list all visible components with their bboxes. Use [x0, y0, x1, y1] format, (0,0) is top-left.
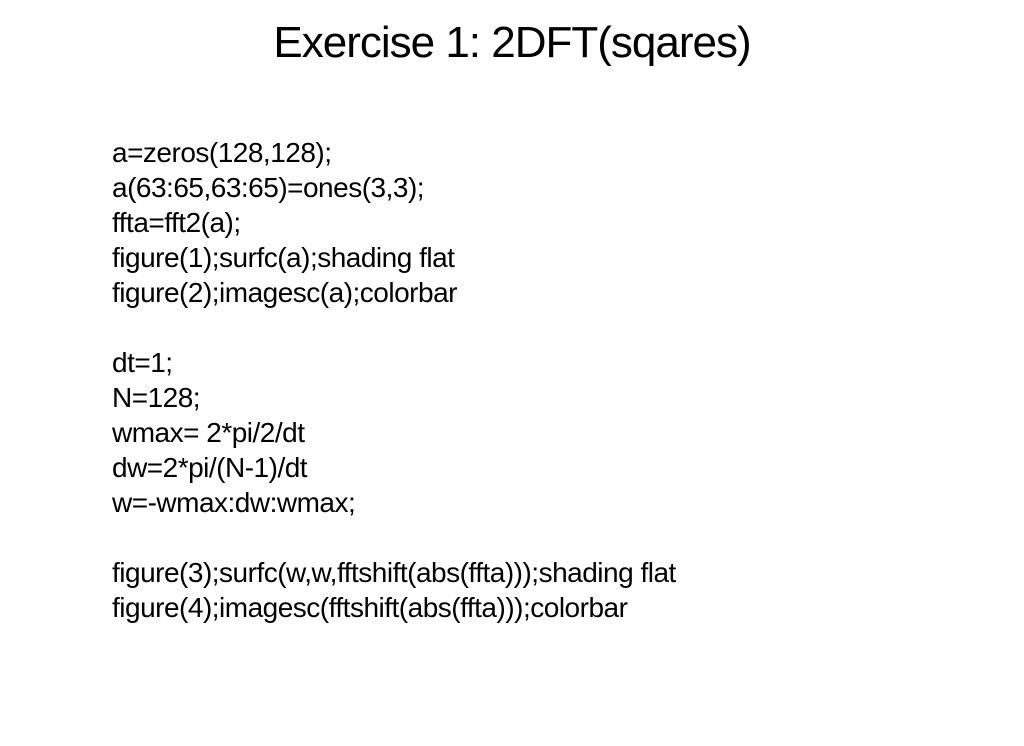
code-line: dw=2*pi/(N-1)/dt [112, 450, 676, 485]
code-line: dt=1; [112, 345, 676, 380]
code-line: figure(1);surfc(a);shading flat [112, 240, 676, 275]
code-line: figure(2);imagesc(a);colorbar [112, 275, 676, 310]
code-line: a(63:65,63:65)=ones(3,3); [112, 170, 676, 205]
code-line: ffta=fft2(a); [112, 205, 676, 240]
code-line: figure(4);imagesc(fftshift(abs(ffta)));c… [112, 590, 676, 625]
code-line: N=128; [112, 380, 676, 415]
blank-line [112, 520, 676, 555]
code-line: a=zeros(128,128); [112, 135, 676, 170]
code-line: figure(3);surfc(w,w,fftshift(abs(ffta)))… [112, 555, 676, 590]
code-line: wmax= 2*pi/2/dt [112, 415, 676, 450]
blank-line [112, 310, 676, 345]
code-content: a=zeros(128,128); a(63:65,63:65)=ones(3,… [112, 135, 676, 625]
slide-title: Exercise 1: 2DFT(sqares) [0, 0, 1024, 68]
code-line: w=-wmax:dw:wmax; [112, 485, 676, 520]
